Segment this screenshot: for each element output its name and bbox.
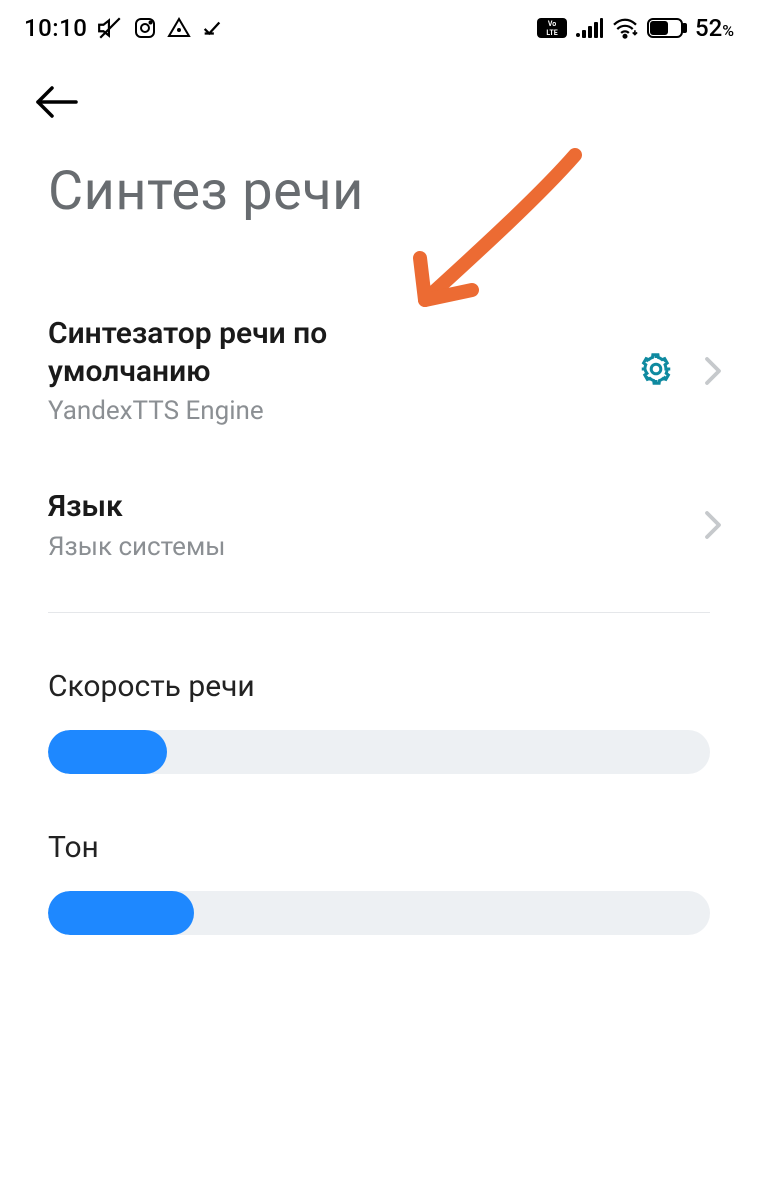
item-sublabel: YandexTTS Engine (48, 396, 626, 426)
back-arrow-icon (32, 84, 80, 120)
item-label: Язык (48, 488, 704, 526)
item-sublabel: Язык системы (48, 532, 704, 562)
status-left: 10:10 (24, 14, 223, 42)
status-bar: 10:10 Vo LTE 52% (0, 0, 758, 56)
wifi-icon (611, 17, 639, 39)
page-title: Синтез речи (0, 124, 758, 223)
triangle-alert-icon (167, 16, 191, 40)
slider-pitch-block: Тон (0, 774, 758, 935)
back-button[interactable] (0, 56, 758, 124)
slider-label: Скорость речи (48, 669, 710, 704)
mute-icon (97, 15, 123, 41)
settings-list: Синтезатор речи по умолчанию YandexTTS E… (0, 223, 758, 935)
check-icon (201, 17, 223, 39)
volte-icon: Vo LTE (537, 18, 567, 38)
status-right: Vo LTE 52% (537, 14, 734, 42)
svg-text:Vo: Vo (548, 20, 556, 28)
item-default-engine[interactable]: Синтезатор речи по умолчанию YandexTTS E… (0, 293, 758, 448)
svg-text:LTE: LTE (546, 29, 557, 37)
chevron-right-icon (704, 356, 722, 386)
rate-slider[interactable] (48, 730, 710, 774)
item-label: Синтезатор речи по умолчанию (48, 315, 626, 390)
item-language[interactable]: Язык Язык системы (0, 448, 758, 584)
status-time: 10:10 (24, 14, 87, 42)
slider-fill (48, 891, 194, 935)
slider-label: Тон (48, 830, 710, 865)
slider-fill (48, 730, 167, 774)
chevron-right-icon (704, 510, 722, 540)
battery-percent: 52% (695, 14, 734, 42)
signal-icon (575, 18, 603, 38)
battery-icon (647, 17, 687, 39)
pitch-slider[interactable] (48, 891, 710, 935)
gear-icon (638, 351, 674, 387)
slider-rate-block: Скорость речи (0, 613, 758, 774)
instagram-icon (133, 16, 157, 40)
engine-settings-button[interactable] (638, 351, 674, 391)
